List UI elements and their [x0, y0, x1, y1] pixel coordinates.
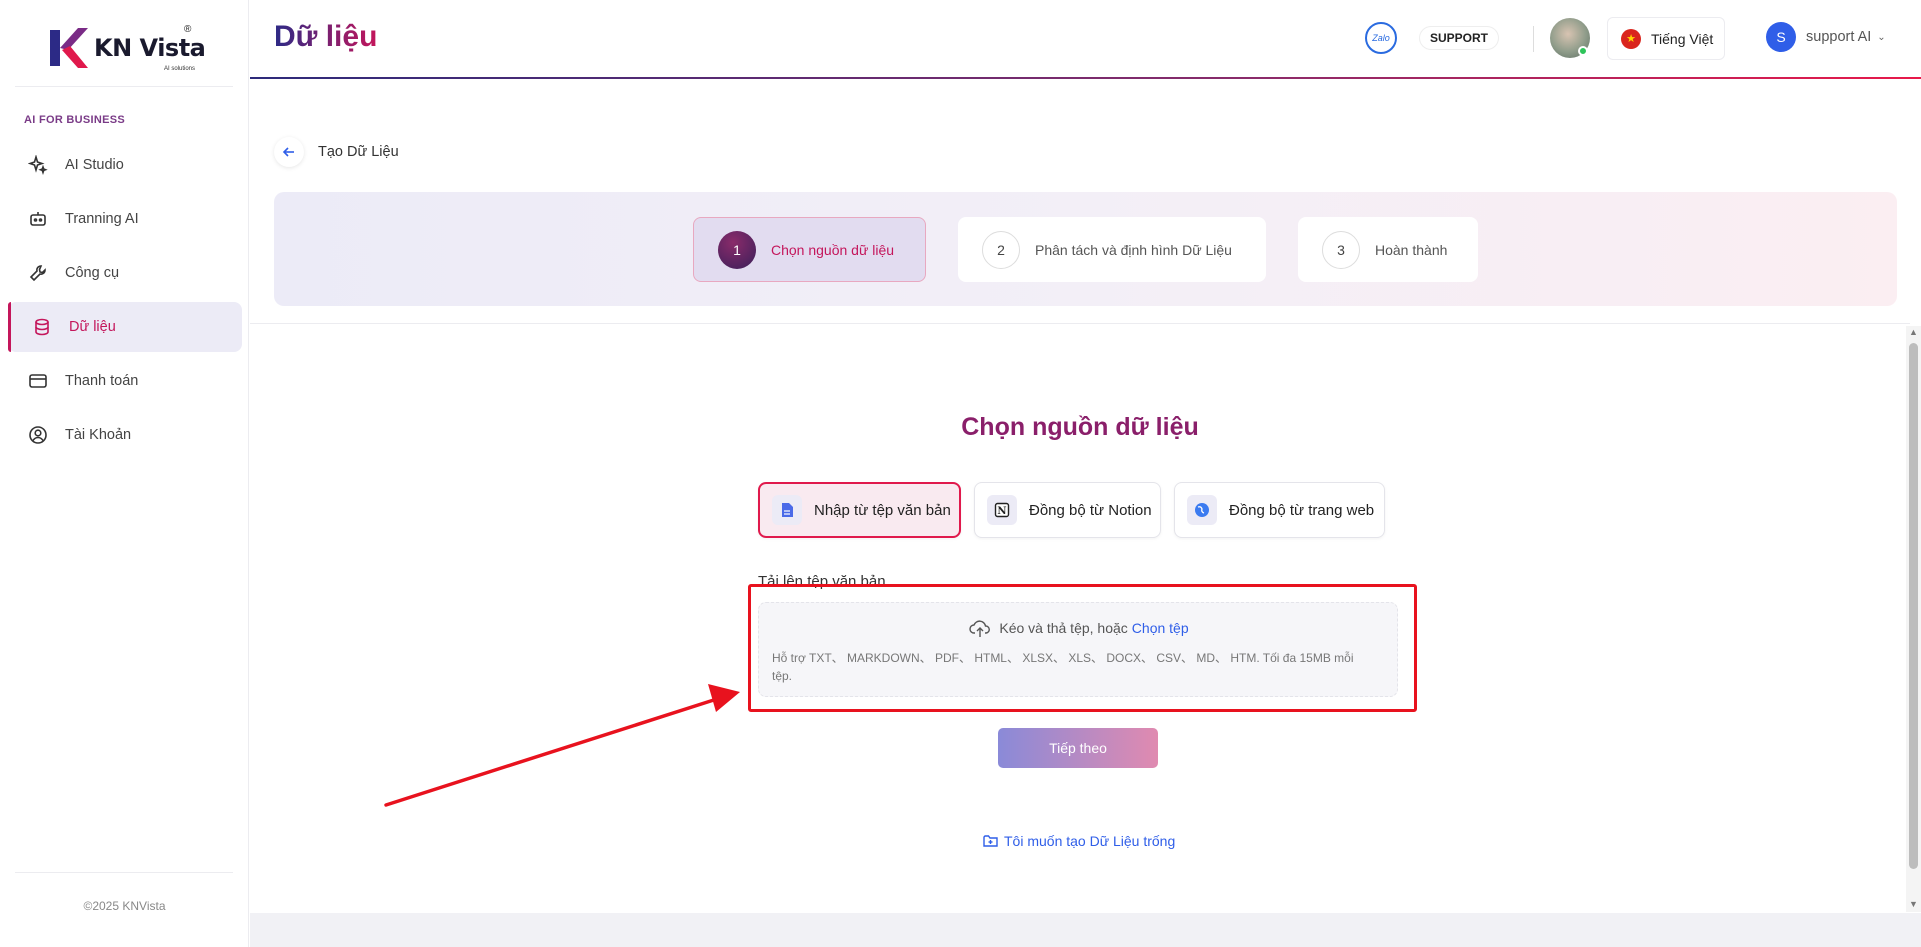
step-label: Chọn nguồn dữ liệu	[771, 241, 895, 258]
sidebar: KN Vista ® AI solutions AI FOR BUSINESS …	[0, 0, 249, 947]
database-icon	[32, 317, 52, 337]
robot-icon	[28, 209, 48, 229]
user-avatar: S	[1766, 22, 1796, 52]
sidebar-item-tools[interactable]: Công cụ	[8, 248, 242, 298]
step-label: Phân tách và định hình Dữ Liệu	[1035, 241, 1232, 258]
sidebar-item-label: Tranning AI	[65, 211, 139, 227]
sidebar-item-label: Thanh toán	[65, 373, 139, 389]
user-name: support AI	[1806, 29, 1872, 45]
file-text-icon	[772, 495, 802, 525]
sidebar-item-data[interactable]: Dữ liệu	[8, 302, 242, 352]
globe-icon	[1187, 495, 1217, 525]
sidebar-item-label: Dữ liệu	[69, 319, 116, 335]
scrollbar-thumb[interactable]	[1909, 343, 1918, 869]
create-empty-data-link[interactable]: Tôi muốn tạo Dữ Liệu trống	[983, 833, 1175, 849]
sidebar-item-training-ai[interactable]: Tranning AI	[8, 194, 242, 244]
divider	[250, 323, 1910, 324]
copyright: ©2025 KNVista	[83, 899, 166, 913]
sparkles-icon	[28, 155, 48, 175]
scroll-down-icon[interactable]: ▼	[1909, 899, 1918, 909]
logo-mark-icon	[48, 26, 90, 70]
source-label: Nhập từ tệp văn bản	[814, 501, 951, 519]
divider	[1533, 26, 1534, 52]
chevron-down-icon: ⌄	[1877, 31, 1886, 43]
divider	[15, 872, 233, 873]
wrench-icon	[28, 263, 48, 283]
step-number: 2	[982, 230, 1020, 269]
breadcrumb: Tạo Dữ Liệu	[318, 144, 399, 160]
notion-icon: N	[987, 495, 1017, 525]
sidebar-item-label: Công cụ	[65, 265, 120, 281]
divider	[15, 86, 233, 87]
empty-link-label: Tôi muốn tạo Dữ Liệu trống	[1004, 833, 1176, 849]
source-label: Đồng bộ từ Notion	[1029, 501, 1152, 519]
back-button[interactable]	[274, 137, 304, 167]
annotation-highlight-box	[748, 584, 1417, 712]
source-file-button[interactable]: Nhập từ tệp văn bản	[758, 482, 961, 538]
scroll-up-icon[interactable]: ▲	[1909, 327, 1918, 337]
zalo-icon[interactable]: Zalo	[1365, 22, 1397, 54]
source-notion-button[interactable]: N Đồng bộ từ Notion	[974, 482, 1161, 538]
user-menu[interactable]: S support AI ⌄	[1766, 22, 1886, 52]
step-number: 1	[718, 230, 756, 269]
section-title: Chọn nguồn dữ liệu	[961, 413, 1199, 441]
sidebar-item-payment[interactable]: Thanh toán	[8, 356, 242, 406]
folder-plus-icon	[983, 835, 998, 847]
online-status-icon	[1578, 46, 1588, 56]
vietnam-flag-icon: ★	[1621, 28, 1641, 49]
sidebar-item-label: Tài Khoản	[65, 427, 132, 443]
language-label: Tiếng Việt	[1651, 30, 1714, 47]
step-3[interactable]: 3 Hoàn thành	[1298, 217, 1478, 282]
brand-logo[interactable]: KN Vista ® AI solutions	[48, 24, 206, 72]
sidebar-item-account[interactable]: Tài Khoản	[8, 410, 242, 460]
sidebar-nav: AI Studio Tranning AI Công cụ Dữ liệu Th…	[8, 140, 242, 464]
svg-text:N: N	[997, 506, 1006, 517]
credit-card-icon	[28, 371, 48, 391]
brand-name: KN Vista	[94, 34, 206, 62]
support-button[interactable]: SUPPORT	[1420, 27, 1499, 49]
step-2[interactable]: 2 Phân tách và định hình Dữ Liệu	[958, 217, 1266, 282]
sidebar-item-label: AI Studio	[65, 157, 124, 173]
step-number: 3	[1322, 230, 1360, 269]
footer-band	[250, 913, 1921, 947]
sidebar-item-ai-studio[interactable]: AI Studio	[8, 140, 242, 190]
step-1[interactable]: 1 Chọn nguồn dữ liệu	[693, 217, 926, 282]
brand-tagline: AI solutions	[164, 66, 196, 72]
step-label: Hoàn thành	[1375, 241, 1448, 258]
zalo-label: Zalo	[1372, 33, 1390, 43]
next-button[interactable]: Tiếp theo	[998, 728, 1158, 768]
page-title: Dữ liệu	[274, 20, 378, 53]
source-web-button[interactable]: Đồng bộ từ trang web	[1174, 482, 1385, 538]
language-selector[interactable]: ★ Tiếng Việt	[1607, 17, 1725, 60]
user-circle-icon	[28, 425, 48, 445]
registered-mark: ®	[184, 24, 192, 35]
source-label: Đồng bộ từ trang web	[1229, 501, 1375, 519]
arrow-left-icon	[282, 147, 294, 157]
sidebar-section-label: AI FOR BUSINESS	[24, 114, 126, 126]
